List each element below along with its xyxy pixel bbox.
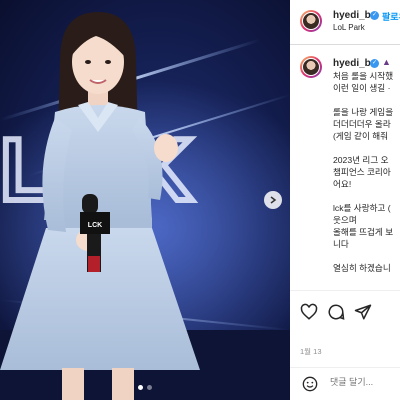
post-sidebar: hyedi_b ✓ 팔로우 LoL Park hyedi_b ✓ ▲ 처음 롤을…	[290, 0, 400, 400]
caption-line: 더더더더우 올라	[333, 119, 391, 129]
avatar[interactable]	[300, 10, 322, 32]
verified-badge-icon: ✓	[370, 11, 379, 20]
next-image-button[interactable]	[264, 191, 282, 209]
caption-line: (게임 같이 해줘	[333, 131, 389, 141]
caption-username[interactable]: hyedi_b	[333, 58, 371, 69]
action-bar	[290, 290, 400, 331]
comment-icon[interactable]	[327, 303, 345, 321]
verified-badge-icon: ✓	[370, 59, 379, 68]
carousel-dot	[147, 385, 152, 390]
follow-button[interactable]: 팔로우	[382, 10, 400, 23]
share-icon[interactable]	[354, 303, 372, 321]
post-photo: LCK	[0, 12, 290, 400]
comment-input[interactable]	[330, 377, 400, 387]
post-date[interactable]: 1월 13	[300, 346, 322, 357]
caption-line: lck를 사랑하고 (	[333, 203, 391, 213]
carousel-dot-active	[138, 385, 143, 390]
caption-line: 니다	[333, 239, 349, 249]
caption-line: 롤을 나랑 게임을	[333, 107, 394, 117]
caption-line: 2023년 리그 오	[333, 155, 389, 165]
caption-line: 이런 일이 생길 ·	[333, 83, 391, 93]
chevron-right-icon	[270, 196, 277, 204]
carousel-indicator	[0, 385, 290, 390]
caption-line: 웃으며	[333, 215, 357, 225]
comment-box	[290, 367, 400, 400]
caption-emoji: ▲	[382, 57, 391, 67]
caption-line: 처음 롤을 시작했	[333, 71, 394, 81]
emoji-icon[interactable]	[302, 376, 318, 392]
location-link[interactable]: LoL Park	[333, 23, 365, 32]
caption-line: 챔피언스 코리아	[333, 167, 391, 177]
caption-line: 올해를 뜨겁게 보	[333, 227, 394, 237]
caption-line: 어요!	[333, 179, 352, 189]
post-image[interactable]: LCK	[0, 0, 290, 400]
post-header: hyedi_b ✓ 팔로우 LoL Park	[290, 0, 400, 45]
heart-icon[interactable]	[300, 303, 318, 321]
header-username[interactable]: hyedi_b	[333, 10, 371, 21]
caption-line: 열심히 하겠습니	[333, 263, 391, 273]
mic-logo-text: LCK	[88, 222, 102, 229]
caption-avatar[interactable]	[300, 56, 322, 78]
